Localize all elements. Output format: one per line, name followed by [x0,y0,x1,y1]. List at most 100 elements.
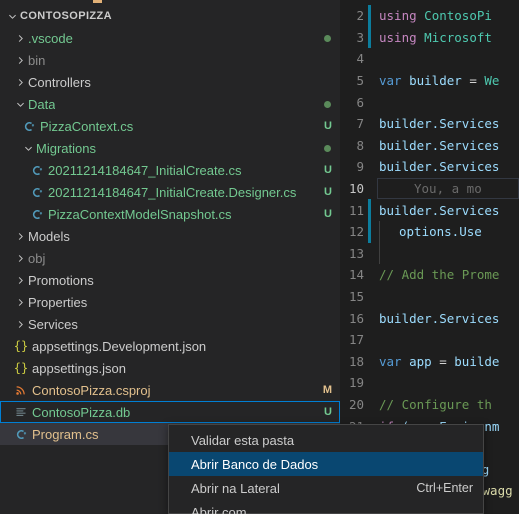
code-token: using [379,29,417,45]
code-line[interactable]: 13 [340,242,519,265]
code-line[interactable]: 12 options.Use [340,220,519,243]
code-text: builder.Services [371,203,499,218]
tree-row[interactable]: {} appsettings.json [0,357,340,379]
code-line[interactable]: 5 var builder = We [340,70,519,92]
csharp-icon [12,428,30,441]
tree-item-label: .vscode [28,30,73,46]
line-number: 18 [348,353,364,369]
tree-item-label: Data [28,96,56,112]
context-menu-item-shortcut: Ctrl+Enter [416,481,473,495]
line-number: 14 [348,267,364,283]
tree-item-label: appsettings.json [32,360,126,376]
code-token: builder.Services [379,310,500,326]
namespace-token: ContosoPi [424,8,492,24]
code-token: = [439,353,447,369]
tree-row[interactable]: Models [0,225,340,247]
chevron-right-icon[interactable] [12,55,28,66]
tree-row[interactable]: bin [0,49,340,71]
tree-item-label: PizzaContextModelSnapshot.cs [48,206,232,222]
tree-row[interactable]: obj [0,247,340,269]
context-menu-items[interactable]: Validar esta pasta Abrir Banco de Dados Ab… [169,428,483,514]
tree-row[interactable]: Migrations [0,137,340,159]
explorer-root-folder[interactable]: CONTOSOPIZZA [0,5,340,27]
code-line[interactable]: 10 You, a mo [340,178,519,200]
csharp-icon [28,164,46,177]
git-status-badge: U [324,406,332,418]
chevron-right-icon[interactable] [12,319,28,330]
csharp-icon [20,120,38,133]
code-line[interactable]: 7 builder.Services [340,113,519,135]
tree-row[interactable]: ContosoPizza.csproj M [0,379,340,401]
context-menu-item[interactable]: Abrir Banco de Dados [169,452,483,476]
chevron-right-icon[interactable] [12,231,28,242]
tree-row[interactable]: Properties [0,291,340,313]
code-line[interactable]: 15 [340,286,519,308]
code-line[interactable]: 4 [340,48,519,70]
context-menu-item-label: Abrir com [191,504,247,514]
tree-row[interactable]: ContosoPizza.db U [0,401,340,423]
code-line[interactable]: 2 using ContosoPi [340,5,519,27]
tree-item-label: PizzaContext.cs [40,118,134,134]
comment-token: // Add the Prome [379,267,500,283]
git-modified-dot-icon [324,100,331,108]
chevron-right-icon[interactable] [12,77,28,88]
line-number: 10 [348,181,364,197]
tree-row[interactable]: Promotions [0,269,340,291]
tree-row[interactable]: Data [0,93,340,115]
context-menu-item-label: Abrir Banco de Dados [191,456,319,472]
code-line[interactable]: 8 builder.Services [340,135,519,157]
tree-row[interactable]: Services [0,313,340,335]
tree-item-label: Promotions [28,272,94,288]
chevron-right-icon[interactable] [12,297,28,308]
context-menu[interactable]: Validar esta pasta Abrir Banco de Dados Ab… [168,424,484,514]
code-text: var app = builde [371,354,499,369]
code-line[interactable]: 18 var app = builde [340,351,519,373]
code-text: // Add the Prome [371,267,499,282]
chevron-down-icon[interactable] [4,11,20,22]
code-token: var [379,353,402,369]
code-token: options.Use [399,224,482,240]
explorer-file-tree[interactable]: .vscode bin Controllers Data PizzaContext.cs… [0,27,340,445]
line-number: 6 [356,94,364,110]
code-text: You, a mo [378,181,482,196]
chevron-down-icon[interactable] [12,99,28,110]
line-number: 11 [348,202,364,218]
tree-item-label: 20211214184647_InitialCreate.cs [48,162,242,178]
tree-item-label: ContosoPizza.csproj [32,382,151,398]
chevron-right-icon[interactable] [12,253,28,264]
tree-row[interactable]: 20211214184647_InitialCreate.cs U [0,159,340,181]
context-menu-item[interactable]: Abrir com [169,500,483,514]
chevron-right-icon[interactable] [12,275,28,286]
code-line[interactable]: 16 builder.Services [340,307,519,329]
tree-row[interactable]: 20211214184647_InitialCreate.Designer.cs… [0,181,340,203]
line-number: 4 [356,51,364,67]
code-line[interactable]: 6 [340,91,519,113]
tree-row[interactable]: Controllers [0,71,340,93]
code-line[interactable]: 9 builder.Services [340,156,519,178]
tree-row[interactable]: .vscode [0,27,340,49]
code-token: We [484,73,500,89]
tree-row[interactable]: PizzaContext.cs U [0,115,340,137]
code-line[interactable]: 14 // Add the Prome [340,264,519,286]
tree-item-label: 20211214184647_InitialCreate.Designer.cs [48,184,297,200]
code-line[interactable]: 3 using Microsoft [340,26,519,49]
code-line[interactable]: 20 // Configure th [340,394,519,416]
code-line[interactable]: 19 [340,372,519,394]
context-menu-item[interactable]: Abrir na Lateral Ctrl+Enter [169,476,483,500]
code-line[interactable]: 11 builder.Services [340,199,519,221]
code-text: // Configure th [371,397,492,412]
code-text: builder.Services [371,116,499,131]
code-line[interactable]: 17 [340,329,519,351]
tree-row[interactable]: PizzaContextModelSnapshot.cs U [0,203,340,225]
context-menu-item[interactable]: Validar esta pasta [169,428,483,452]
code-text: var builder = We [371,73,499,88]
git-status-badge: U [324,208,332,220]
code-token: = [469,73,477,89]
dirty-diff-marker [368,243,371,265]
chevron-right-icon[interactable] [12,33,28,44]
csharp-icon [28,208,46,221]
tree-row[interactable]: {} appsettings.Development.json [0,335,340,357]
dirty-diff-marker [368,178,371,200]
line-number: 20 [348,396,364,412]
chevron-down-icon[interactable] [20,143,36,154]
